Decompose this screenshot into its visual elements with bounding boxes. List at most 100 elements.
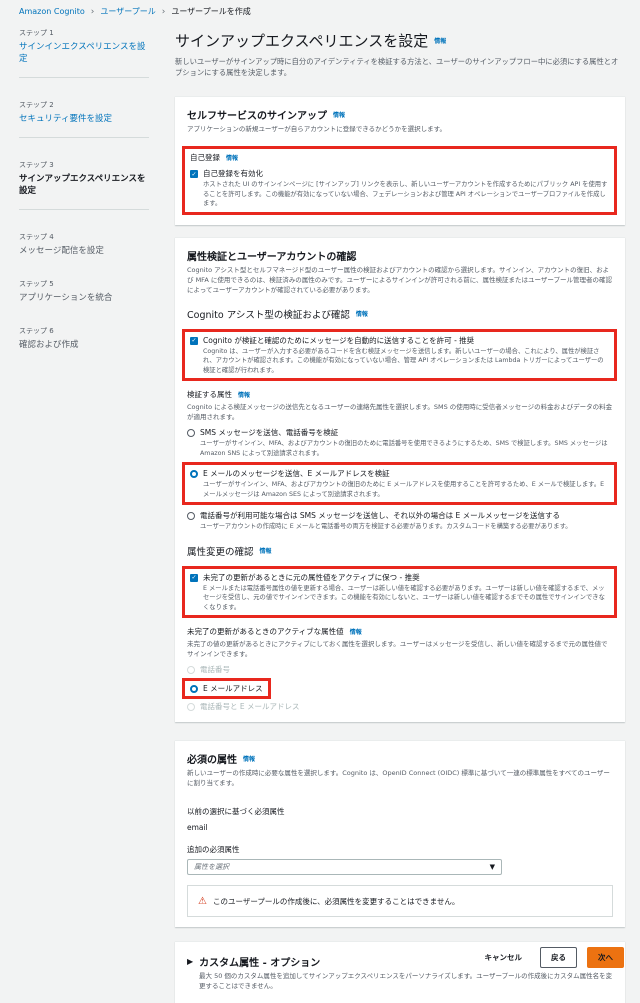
- radio-button[interactable]: [187, 429, 195, 437]
- highlight-box: E メールアドレス: [182, 678, 271, 699]
- caret-down-icon: ▼: [489, 863, 495, 871]
- info-link[interactable]: 情報: [350, 627, 362, 636]
- select-placeholder: 属性を選択: [194, 863, 229, 871]
- warning-icon: ⚠: [198, 895, 207, 907]
- info-link[interactable]: 情報: [356, 309, 368, 318]
- page-title-text: サインアップエクスペリエンスを設定: [175, 32, 429, 50]
- step-3: ステップ 3 サインアップエクスペリエンスを設定: [19, 160, 149, 210]
- self-registration-checkbox[interactable]: ✓ 自己登録を有効化ホストされた UI のサインインページに [サインアップ] …: [190, 168, 609, 209]
- panel-description: 最大 50 個のカスタム属性を追加してサインアップエクスペリエンスをパーソナライ…: [199, 972, 613, 990]
- radio-sms-or-email[interactable]: 電話番号が利用可能な場合は SMS メッセージを送信し、それ以外の場合は E メ…: [187, 510, 613, 532]
- panel-title-text: カスタム属性 - オプション: [199, 958, 321, 969]
- label-text: 未完了の更新があるときのアクティブな属性値: [187, 627, 344, 636]
- cancel-button[interactable]: キャンセル: [477, 952, 531, 963]
- active-attribute-label: 未完了の更新があるときのアクティブな属性値 情報: [187, 626, 613, 637]
- radio-button[interactable]: [187, 512, 195, 520]
- info-link[interactable]: 情報: [333, 110, 345, 119]
- checkmark-icon[interactable]: ✓: [190, 336, 198, 345]
- radio-button-selected[interactable]: [190, 685, 198, 693]
- attributes-to-verify-label: 検証する属性 情報: [187, 389, 613, 400]
- highlight-box: ✓ Cognito が検証と確認のためにメッセージを自動的に送信することを許可 …: [182, 328, 617, 381]
- self-service-panel: セルフサービスのサインアップ 情報 アプリケーションの新規ユーザーが自らアカウント…: [175, 96, 625, 225]
- radio-active-both: 電話番号と E メールアドレス: [187, 701, 613, 712]
- panel-title: 必須の属性 情報: [187, 751, 613, 766]
- step-label[interactable]: セキュリティ要件を設定: [19, 113, 149, 125]
- radio-email[interactable]: E メールのメッセージを送信、E メールアドレスを検証ユーザーがサインイン、MF…: [190, 468, 609, 499]
- step-6: ステップ 6 確認および作成: [19, 326, 149, 351]
- radio-label: 電話番号と E メールアドレス: [200, 702, 300, 711]
- step-label[interactable]: サインインエクスペリエンスを設定: [19, 41, 149, 65]
- page-title: サインアップエクスペリエンスを設定 情報: [175, 30, 625, 51]
- radio-active-email[interactable]: E メールアドレス: [190, 683, 263, 694]
- keep-original-checkbox[interactable]: ✓ 未完了の更新があるときに元の属性値をアクティブに保つ - 推奨 E メールまた…: [190, 572, 609, 613]
- checkmark-icon[interactable]: ✓: [190, 170, 198, 178]
- step-4: ステップ 4 メッセージ配信を設定: [19, 232, 149, 257]
- highlight-box: E メールのメッセージを送信、E メールアドレスを検証ユーザーがサインイン、MF…: [182, 462, 617, 505]
- attribute-select[interactable]: 属性を選択 ▼: [187, 859, 502, 875]
- additional-required-label: 追加の必須属性: [187, 845, 240, 854]
- checkbox-description: Cognito は、ユーザーが入力する必要があるコードを含む検証メッセージを送信…: [203, 347, 604, 374]
- step-number: ステップ 3: [19, 161, 54, 169]
- auto-verify-checkbox[interactable]: ✓ Cognito が検証と確認のためにメッセージを自動的に送信することを許可 …: [190, 335, 609, 376]
- radio-label: 電話番号が利用可能な場合は SMS メッセージを送信し、それ以外の場合は E メ…: [200, 511, 560, 520]
- footer-actions: キャンセル 戻る 次へ: [477, 947, 624, 968]
- panel-title-text: セルフサービスのサインアップ: [187, 111, 327, 122]
- highlight-box: 自己登録 情報 ✓ 自己登録を有効化ホストされた UI のサインインページに [サ…: [182, 146, 617, 215]
- radio-label: 電話番号: [200, 665, 230, 674]
- checkbox-description: E メールまたは電話番号属性の値を更新する場合、ユーザーは新しい値を確認する必要…: [203, 584, 605, 611]
- field-description: Cognito による検証メッセージの送信先となるユーザーの連絡先属性を選択しま…: [187, 403, 613, 421]
- info-link[interactable]: 情報: [238, 390, 250, 399]
- step-label: サインアップエクスペリエンスを設定: [19, 174, 146, 196]
- breadcrumb-current: ユーザープールを作成: [171, 7, 251, 16]
- panel-title-text: 必須の属性: [187, 755, 237, 766]
- panel-description: Cognito アシスト型とセルフマネージド型のユーザー属性の検証およびアカウン…: [187, 265, 613, 294]
- radio-label: E メールのメッセージを送信、E メールアドレスを検証: [203, 469, 390, 478]
- self-registration-label: 自己登録 情報: [190, 152, 609, 163]
- radio-label: SMS メッセージを送信、電話番号を検証: [200, 428, 339, 437]
- checkbox-label: 自己登録を有効化: [203, 169, 263, 178]
- info-link[interactable]: 情報: [260, 546, 272, 555]
- step-number: ステップ 1: [19, 29, 54, 37]
- step-5: ステップ 5 アプリケーションを統合: [19, 279, 149, 304]
- radio-description: ユーザーがサインイン、MFA、およびアカウントの復旧のために E メールアドレス…: [203, 481, 605, 498]
- radio-button-selected[interactable]: [190, 470, 198, 478]
- chevron-right-icon: ›: [90, 6, 95, 17]
- step-1[interactable]: ステップ 1 サインインエクスペリエンスを設定: [19, 28, 149, 78]
- radio-label: E メールアドレス: [203, 684, 263, 693]
- wizard-steps: ステップ 1 サインインエクスペリエンスを設定 ステップ 2 セキュリティ要件を設定…: [19, 28, 149, 373]
- highlight-box: ✓ 未完了の更新があるときに元の属性値をアクティブに保つ - 推奨 E メールまた…: [182, 565, 617, 618]
- section-title: Cognito アシスト型の検証および確認 情報: [187, 307, 613, 321]
- next-button[interactable]: 次へ: [587, 947, 624, 968]
- required-attributes-panel: 必須の属性 情報 新しいユーザーの作成時に必要な属性を選択します。Cognito …: [175, 740, 625, 927]
- step-number: ステップ 2: [19, 101, 54, 109]
- step-label: メッセージ配信を設定: [19, 246, 104, 256]
- checkmark-icon[interactable]: ✓: [190, 573, 198, 582]
- radio-sms[interactable]: SMS メッセージを送信、電話番号を検証ユーザーがサインイン、MFA、およびアカ…: [187, 427, 613, 458]
- section-title-text: 属性変更の確認: [187, 546, 254, 558]
- radio-description: ユーザーがサインイン、MFA、およびアカウントの復旧のために電話番号を使用できる…: [200, 440, 608, 457]
- main-content: サインアップエクスペリエンスを設定 情報 新しいユーザーがサインアップ時に自分のア…: [175, 30, 625, 1003]
- info-link[interactable]: 情報: [434, 36, 446, 45]
- breadcrumb-user-pools[interactable]: ユーザープール: [100, 6, 155, 17]
- checkbox-description: ホストされた UI のサインインページに [サインアップ] リンクを表示し、新し…: [203, 181, 608, 207]
- field-description: 未完了の値の更新があるときにアクティブにしておく属性を選択します。ユーザーはメッ…: [187, 640, 608, 658]
- warning-alert: ⚠ このユーザープールの作成後に、必須属性を変更することはできません。: [187, 885, 613, 917]
- step-2[interactable]: ステップ 2 セキュリティ要件を設定: [19, 100, 149, 138]
- panel-title-text: 属性検証とユーザーアカウントの確認: [187, 251, 357, 263]
- panel-description: 新しいユーザーの作成時に必要な属性を選択します。Cognito は、OpenID…: [187, 769, 610, 787]
- breadcrumb-cognito[interactable]: Amazon Cognito: [19, 7, 85, 16]
- back-button[interactable]: 戻る: [540, 947, 577, 968]
- label-text: 自己登録: [190, 153, 220, 162]
- caret-right-icon[interactable]: ▶: [187, 957, 193, 966]
- info-link[interactable]: 情報: [226, 153, 238, 162]
- step-label: アプリケーションを統合: [19, 293, 113, 303]
- panel-title: セルフサービスのサインアップ 情報: [187, 107, 613, 122]
- info-link[interactable]: 情報: [243, 754, 255, 763]
- label-text: 検証する属性: [187, 390, 232, 399]
- page-description: 新しいユーザーがサインアップ時に自分のアイデンティティを検証する方法と、ユーザー…: [175, 57, 619, 77]
- section-title-text: Cognito アシスト型の検証および確認: [187, 309, 350, 321]
- step-label: 確認および作成: [19, 340, 79, 350]
- breadcrumb: Amazon Cognito › ユーザープール › ユーザープールを作成: [19, 6, 251, 17]
- checkbox-label: 未完了の更新があるときに元の属性値をアクティブに保つ - 推奨: [203, 572, 420, 582]
- chevron-right-icon: ›: [161, 6, 166, 17]
